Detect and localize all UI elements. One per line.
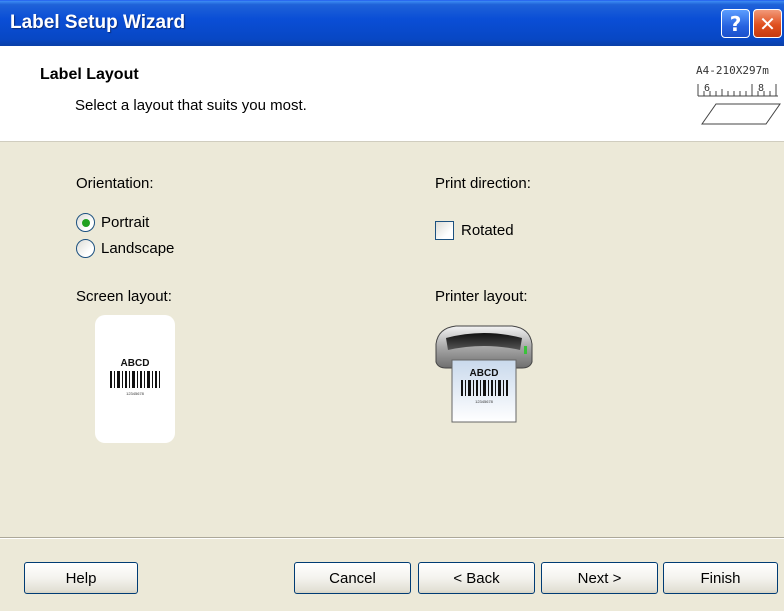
ruler-mark-6: 6	[704, 83, 710, 94]
rotated-checkbox[interactable]: Rotated	[435, 221, 514, 240]
label-preview-icon: ABCD 12345678	[110, 358, 160, 396]
radio-unselected-icon[interactable]	[76, 239, 95, 258]
printer-icon: ABCD 12345678	[435, 325, 533, 423]
title-bar[interactable]: Label Setup Wizard ? ✕	[0, 0, 784, 46]
screen-sample-number: 12345678	[126, 391, 145, 396]
printer-layout-label: Printer layout:	[435, 288, 528, 305]
window-title: Label Setup Wizard	[10, 12, 186, 33]
portrait-radio[interactable]: Portrait	[76, 213, 149, 232]
next-button[interactable]: Next >	[541, 562, 658, 594]
cancel-button[interactable]: Cancel	[294, 562, 411, 594]
radio-selected-icon[interactable]	[76, 213, 95, 232]
ruler-mark-8: 8	[758, 83, 764, 94]
orientation-label: Orientation:	[76, 175, 154, 192]
close-icon: ✕	[759, 11, 776, 36]
landscape-radio[interactable]: Landscape	[76, 239, 174, 258]
screen-layout-label: Screen layout:	[76, 288, 172, 305]
screen-layout-preview: ABCD 12345678	[95, 315, 175, 443]
checkbox-box[interactable]	[435, 221, 454, 240]
landscape-label[interactable]: Landscape	[101, 240, 174, 257]
screen-sample-text: ABCD	[121, 358, 150, 369]
portrait-label[interactable]: Portrait	[101, 214, 149, 231]
wizard-header: Label Layout Select a layout that suits …	[0, 46, 784, 142]
page-subtitle: Select a layout that suits you most.	[75, 97, 307, 114]
printer-sample-text: ABCD	[470, 368, 499, 379]
page-title: Label Layout	[40, 66, 139, 83]
paper-size-text: A4-210X297m	[696, 64, 769, 77]
rotated-label[interactable]: Rotated	[461, 222, 514, 239]
finish-button[interactable]: Finish	[663, 562, 778, 594]
back-button[interactable]: < Back	[418, 562, 535, 594]
close-button[interactable]: ✕	[753, 9, 782, 38]
print-direction-label: Print direction:	[435, 175, 531, 192]
question-mark-icon: ?	[729, 11, 742, 36]
help-icon-button[interactable]: ?	[721, 9, 750, 38]
printer-sample-number: 12345678	[475, 399, 494, 404]
paper-ruler-icon: A4-210X297m 6 8	[696, 64, 781, 125]
footer-divider	[0, 537, 784, 539]
help-button[interactable]: Help	[24, 562, 138, 594]
